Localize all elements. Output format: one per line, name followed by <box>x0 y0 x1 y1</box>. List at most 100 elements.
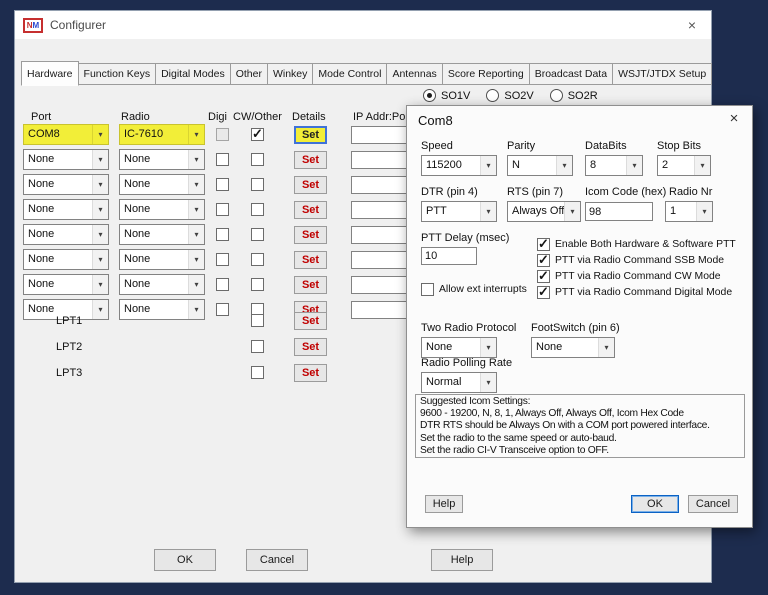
radio-option-so2v[interactable]: SO2V <box>486 89 534 102</box>
tab-wsjt-jtdx-setup[interactable]: WSJT/JTDX Setup <box>613 63 713 85</box>
polling-select[interactable]: Normal ▾ <box>421 372 497 393</box>
cw-other-checkbox[interactable]: ✓ <box>251 228 264 241</box>
radio-select[interactable]: None ▾ <box>119 274 205 295</box>
tab-score-reporting[interactable]: Score Reporting <box>442 63 530 85</box>
ptt-delay-input[interactable] <box>421 247 477 265</box>
port-select[interactable]: None ▾ <box>23 224 109 245</box>
cw-other-checkbox[interactable]: ✓ <box>251 203 264 216</box>
tab-winkey[interactable]: Winkey <box>267 63 314 85</box>
cw-other-checkbox[interactable]: ✓ <box>251 178 264 191</box>
set-button[interactable]: Set <box>294 251 327 269</box>
close-icon[interactable]: × <box>724 110 744 127</box>
tab-hardware[interactable]: Hardware <box>21 61 79 86</box>
digi-checkbox[interactable]: ✓ <box>216 178 229 191</box>
close-icon[interactable]: × <box>681 17 703 33</box>
port-value: None <box>28 278 55 290</box>
chevron-down-icon: ▾ <box>480 373 496 392</box>
digi-checkbox[interactable]: ✓ <box>216 278 229 291</box>
set-button[interactable]: Set <box>294 201 327 219</box>
dialog-cancel-button[interactable]: Cancel <box>688 495 738 513</box>
chevron-down-icon: ▾ <box>92 275 108 294</box>
set-button[interactable]: Set <box>294 276 327 294</box>
dtr-select[interactable]: PTT ▾ <box>421 201 497 222</box>
set-button[interactable]: Set <box>294 364 327 382</box>
radio-nr-select[interactable]: 1 ▾ <box>665 201 713 222</box>
enable-both-ptt-checkbox[interactable]: ✓ <box>537 236 550 251</box>
checkbox-label: Enable Both Hardware & Software PTT <box>555 239 736 250</box>
port-select[interactable]: None ▾ <box>23 199 109 220</box>
radio-select[interactable]: None ▾ <box>119 249 205 270</box>
set-button[interactable]: Set <box>294 338 327 356</box>
footswitch-select[interactable]: None ▾ <box>531 337 615 358</box>
dialog-ok-button[interactable]: OK <box>631 495 679 513</box>
ok-button[interactable]: OK <box>154 549 216 571</box>
port-select[interactable]: COM8 ▾ <box>23 124 109 145</box>
chevron-down-icon: ▾ <box>188 200 204 219</box>
cw-other-checkbox[interactable]: ✓ <box>251 126 264 141</box>
suggested-settings-box: Suggested Icom Settings: 9600 - 19200, N… <box>415 394 745 458</box>
ptt-digital-checkbox[interactable]: ✓ <box>537 284 550 299</box>
cw-other-checkbox[interactable]: ✓ <box>251 153 264 166</box>
digi-checkbox[interactable]: ✓ <box>216 253 229 266</box>
ptt-check-row[interactable]: ✓ PTT via Radio Command Digital Mode <box>537 284 732 299</box>
radio-option-so1v[interactable]: SO1V <box>423 89 470 102</box>
set-button[interactable]: Set <box>294 226 327 244</box>
set-button[interactable]: Set <box>294 151 327 169</box>
radio-select[interactable]: None ▾ <box>119 224 205 245</box>
cancel-button[interactable]: Cancel <box>246 549 308 571</box>
ptt-ssb-checkbox[interactable]: ✓ <box>537 252 550 267</box>
radio-nr-label: Radio Nr <box>669 186 713 198</box>
radio-select[interactable]: IC-7610 ▾ <box>119 124 205 145</box>
digi-checkbox[interactable]: ✓ <box>216 203 229 216</box>
two-radio-select[interactable]: None ▾ <box>421 337 497 358</box>
speed-value: 115200 <box>426 159 462 171</box>
set-button[interactable]: Set <box>294 126 327 144</box>
tab-mode-control[interactable]: Mode Control <box>313 63 388 85</box>
lpt-checkbox[interactable]: ✓ <box>251 314 264 327</box>
ptt-check-row[interactable]: ✓ Enable Both Hardware & Software PTT <box>537 236 736 251</box>
dialog-help-button[interactable]: Help <box>425 495 463 513</box>
set-button[interactable]: Set <box>294 176 327 194</box>
cw-other-checkbox[interactable]: ✓ <box>251 278 264 291</box>
icom-code-label: Icom Code (hex) <box>585 186 667 198</box>
radio-select[interactable]: None ▾ <box>119 149 205 170</box>
stopbits-select[interactable]: 2 ▾ <box>657 155 711 176</box>
tab-antennas[interactable]: Antennas <box>387 63 443 85</box>
allow-ext-interrupts-row[interactable]: ✓ Allow ext interrupts <box>421 283 527 296</box>
radio-dot <box>549 89 563 102</box>
port-select[interactable]: None ▾ <box>23 274 109 295</box>
radio-select[interactable]: None ▾ <box>119 199 205 220</box>
chevron-down-icon: ▾ <box>480 156 496 175</box>
rts-select[interactable]: Always Off ▾ <box>507 201 581 222</box>
tab-digital-modes[interactable]: Digital Modes <box>156 63 231 85</box>
port-select[interactable]: None ▾ <box>23 149 109 170</box>
chevron-down-icon: ▾ <box>696 202 712 221</box>
ptt-check-row[interactable]: ✓ PTT via Radio Command SSB Mode <box>537 252 724 267</box>
tab-broadcast-data[interactable]: Broadcast Data <box>529 63 614 85</box>
speed-select[interactable]: 115200 ▾ <box>421 155 497 176</box>
digi-checkbox[interactable]: ✓ <box>216 153 229 166</box>
ptt-check-row[interactable]: ✓ PTT via Radio Command CW Mode <box>537 268 721 283</box>
radio-label: SO2R <box>567 89 598 102</box>
window-title: Configurer <box>50 18 107 32</box>
lpt-checkbox[interactable]: ✓ <box>251 366 264 379</box>
digi-checkbox[interactable]: ✓ <box>216 128 229 141</box>
lpt-checkbox[interactable]: ✓ <box>251 340 264 353</box>
radio-option-so2r[interactable]: SO2R <box>549 89 598 102</box>
help-button[interactable]: Help <box>431 549 493 571</box>
radio-select[interactable]: None ▾ <box>119 174 205 195</box>
tab-function-keys[interactable]: Function Keys <box>78 63 157 85</box>
cw-other-checkbox[interactable]: ✓ <box>251 253 264 266</box>
set-button[interactable]: Set <box>294 312 327 330</box>
digi-checkbox[interactable]: ✓ <box>216 228 229 241</box>
parity-select[interactable]: N ▾ <box>507 155 573 176</box>
ptt-delay-label: PTT Delay (msec) <box>421 232 510 244</box>
allow-ext-interrupts-checkbox[interactable]: ✓ <box>421 283 434 296</box>
icom-code-input[interactable] <box>585 202 653 221</box>
port-select[interactable]: None ▾ <box>23 249 109 270</box>
databits-select[interactable]: 8 ▾ <box>585 155 643 176</box>
port-select[interactable]: None ▾ <box>23 174 109 195</box>
tab-other[interactable]: Other <box>230 63 268 85</box>
ptt-cw-checkbox[interactable]: ✓ <box>537 268 550 283</box>
port-value: None <box>28 153 55 165</box>
